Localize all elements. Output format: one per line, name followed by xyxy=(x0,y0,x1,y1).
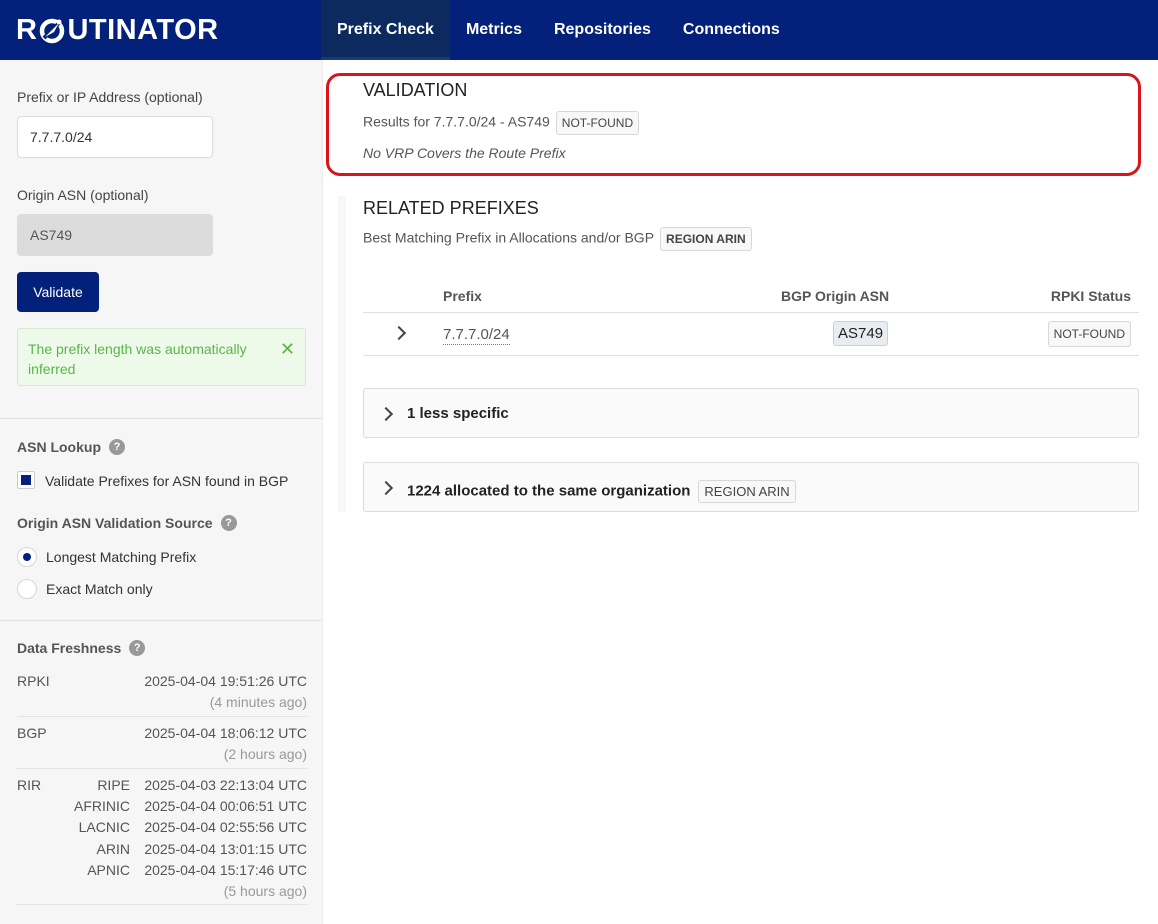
freshness-ago: (5 hours ago) xyxy=(223,883,307,899)
rir-time: 2025-04-04 15:17:46 UTC xyxy=(144,862,307,878)
validation-results: Results for 7.7.7.0/24 - AS749 NOT-FOUND xyxy=(363,111,640,135)
notice-text: The prefix length was automatically infe… xyxy=(28,341,247,377)
related-subtitle: Best Matching Prefix in Allocations and/… xyxy=(363,227,752,251)
rir-time: 2025-04-03 22:13:04 UTC xyxy=(144,777,307,793)
validation-title: VALIDATION xyxy=(363,80,468,100)
rir-name: RIPE xyxy=(97,777,130,793)
same-org-label: 1224 allocated to the same organization R… xyxy=(407,480,796,503)
chevron-right-icon[interactable] xyxy=(391,325,407,341)
rir-name: ARIN xyxy=(96,841,130,857)
related-title: RELATED PREFIXES xyxy=(363,198,539,218)
prefix-input[interactable] xyxy=(17,116,213,158)
asn-lookup-option-label: Validate Prefixes for ASN found in BGP xyxy=(45,473,289,489)
main-nav: Prefix Check Metrics Repositories Connec… xyxy=(321,0,796,60)
asn-input[interactable] xyxy=(17,214,213,256)
source-heading: Origin ASN Validation Source ? xyxy=(17,515,237,531)
freshness-ago: (4 minutes ago) xyxy=(209,694,307,710)
validation-results-text: Results for 7.7.7.0/24 - AS749 xyxy=(363,113,550,130)
asn-chip[interactable]: AS749 xyxy=(833,321,889,346)
prefix-link[interactable]: 7.7.7.0/24 xyxy=(443,326,510,345)
tab-connections[interactable]: Connections xyxy=(667,0,796,60)
less-specific-label: 1 less specific xyxy=(407,405,509,422)
radio-exact-match-label: Exact Match only xyxy=(46,581,153,597)
related-subtitle-text: Best Matching Prefix in Allocations and/… xyxy=(363,229,655,246)
section-rule xyxy=(338,196,346,512)
logo-text-start: R xyxy=(16,13,38,46)
rir-name: AFRINIC xyxy=(74,798,130,814)
column-header-asn: BGP Origin ASN xyxy=(781,288,890,304)
freshness-time: 2025-04-04 18:06:12 UTC xyxy=(144,725,307,741)
freshness-key: BGP xyxy=(17,725,47,741)
prefix-label: Prefix or IP Address (optional) xyxy=(17,89,203,105)
rir-name: APNIC xyxy=(87,862,130,878)
rir-time: 2025-04-04 13:01:15 UTC xyxy=(144,841,307,857)
rir-entry: LACNIC 2025-04-04 02:55:56 UTC xyxy=(17,819,307,840)
radio-longest-matching[interactable] xyxy=(17,547,37,567)
routinator-logo[interactable]: R UTINATOR xyxy=(16,10,219,50)
tab-prefix-check[interactable]: Prefix Check xyxy=(321,0,450,60)
rir-entry: AFRINIC 2025-04-04 00:06:51 UTC xyxy=(17,798,307,819)
column-header-prefix: Prefix xyxy=(443,288,482,304)
help-icon[interactable]: ? xyxy=(129,640,146,656)
divider xyxy=(0,418,322,419)
top-navbar: R UTINATOR Prefix Check Metrics Reposito… xyxy=(0,0,1158,60)
tab-repositories[interactable]: Repositories xyxy=(538,0,667,60)
asn-lookup-heading-text: ASN Lookup xyxy=(17,439,101,455)
sidebar: Prefix or IP Address (optional) Origin A… xyxy=(0,60,323,924)
freshness-rpki-row: RPKI 2025-04-04 19:51:26 UTC (4 minutes … xyxy=(17,673,307,717)
freshness-bgp-row: BGP 2025-04-04 18:06:12 UTC (2 hours ago… xyxy=(17,725,307,769)
radio-exact-match[interactable] xyxy=(17,579,37,599)
less-specific-accordion[interactable]: 1 less specific xyxy=(363,388,1139,438)
freshness-time: 2025-04-04 19:51:26 UTC xyxy=(144,673,307,689)
freshness-key: RPKI xyxy=(17,673,50,689)
table-header-divider xyxy=(363,312,1139,313)
rir-entry: ARIN 2025-04-04 13:01:15 UTC xyxy=(17,841,307,862)
rir-time: 2025-04-04 00:06:51 UTC xyxy=(144,798,307,814)
source-heading-text: Origin ASN Validation Source xyxy=(17,515,213,531)
tab-metrics[interactable]: Metrics xyxy=(450,0,538,60)
help-icon[interactable]: ? xyxy=(109,439,125,455)
table-row-divider xyxy=(363,355,1139,356)
rir-entry: RIPE 2025-04-03 22:13:04 UTC xyxy=(17,777,307,798)
logo-text-end: UTINATOR xyxy=(67,13,219,46)
asn-lookup-heading: ASN Lookup ? xyxy=(17,439,125,455)
freshness-rir-row: RIR RIPE 2025-04-03 22:13:04 UTC AFRINIC… xyxy=(17,777,307,905)
asn-lookup-checkbox[interactable] xyxy=(17,471,35,489)
radio-longest-matching-label: Longest Matching Prefix xyxy=(46,549,197,565)
rpki-status-badge: NOT-FOUND xyxy=(1047,321,1131,347)
validation-reason: No VRP Covers the Route Prefix xyxy=(363,145,566,161)
same-org-accordion[interactable]: 1224 allocated to the same organization R… xyxy=(363,462,1139,512)
asn-label: Origin ASN (optional) xyxy=(17,187,149,203)
chevron-right-icon xyxy=(378,406,394,422)
validate-button[interactable]: Validate xyxy=(17,272,99,312)
chevron-right-icon xyxy=(378,480,394,496)
rir-entry: APNIC 2025-04-04 15:17:46 UTC xyxy=(17,862,307,883)
close-icon[interactable]: ✕ xyxy=(280,339,295,359)
column-header-status: RPKI Status xyxy=(1050,288,1131,304)
region-badge: REGION ARIN xyxy=(660,227,752,251)
divider xyxy=(0,620,322,621)
logo-rocket-icon xyxy=(38,16,66,44)
same-org-text: 1224 allocated to the same organization xyxy=(407,482,691,500)
inferred-notice: The prefix length was automatically infe… xyxy=(17,328,306,386)
help-icon[interactable]: ? xyxy=(220,515,237,531)
status-badge: NOT-FOUND xyxy=(555,111,640,135)
rir-name: LACNIC xyxy=(78,819,130,835)
freshness-heading: Data Freshness ? xyxy=(17,640,146,656)
region-badge: REGION ARIN xyxy=(698,480,796,503)
freshness-ago: (2 hours ago) xyxy=(223,746,307,762)
freshness-heading-text: Data Freshness xyxy=(17,640,122,656)
rir-time: 2025-04-04 02:55:56 UTC xyxy=(144,819,307,835)
